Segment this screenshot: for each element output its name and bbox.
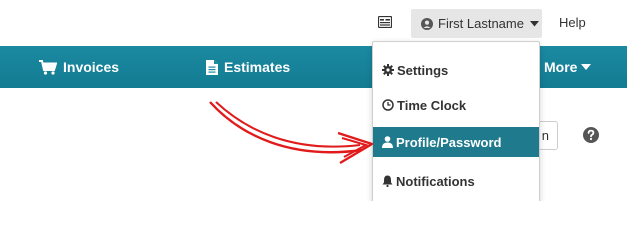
top-bar: First Lastname Help [0, 0, 627, 46]
id-card-icon[interactable] [378, 16, 392, 28]
user-circle-icon [421, 17, 433, 30]
gear-icon [382, 64, 394, 76]
partial-button-label: n [541, 128, 549, 143]
document-icon [206, 59, 218, 75]
menu-item-time-clock[interactable]: Time Clock [373, 90, 539, 120]
menu-item-notifications-label: Notifications [396, 173, 475, 189]
clock-icon [382, 99, 394, 111]
app-window: First Lastname Help Invoices Estimates M… [0, 0, 627, 201]
bell-icon [382, 175, 393, 187]
question-circle-icon[interactable] [583, 127, 599, 143]
user-menu-button[interactable]: First Lastname [411, 9, 542, 38]
blank-field [222, 12, 340, 36]
caret-down-icon [529, 20, 539, 26]
help-link[interactable]: Help [559, 15, 586, 30]
menu-item-profile-password[interactable]: Profile/Password [373, 127, 539, 157]
nav-more[interactable]: More [544, 46, 597, 88]
menu-item-notifications[interactable]: Notifications [373, 166, 539, 196]
user-dropdown-menu: Settings Time Clock Profile/Password Not… [372, 41, 540, 201]
nav-invoices[interactable]: Invoices [39, 46, 119, 88]
nav-invoices-label: Invoices [63, 59, 120, 75]
menu-item-time-clock-label: Time Clock [397, 97, 467, 113]
nav-estimates-label: Estimates [224, 59, 291, 75]
user-name: First Lastname [438, 16, 524, 31]
caret-down-icon [581, 63, 592, 70]
menu-item-settings-label: Settings [397, 62, 449, 78]
cart-icon [39, 59, 57, 75]
menu-item-settings[interactable]: Settings [373, 55, 539, 85]
menu-item-profile-password-label: Profile/Password [396, 134, 502, 150]
nav-estimates[interactable]: Estimates [206, 46, 290, 88]
nav-more-label: More [544, 59, 578, 75]
user-icon [382, 136, 393, 148]
